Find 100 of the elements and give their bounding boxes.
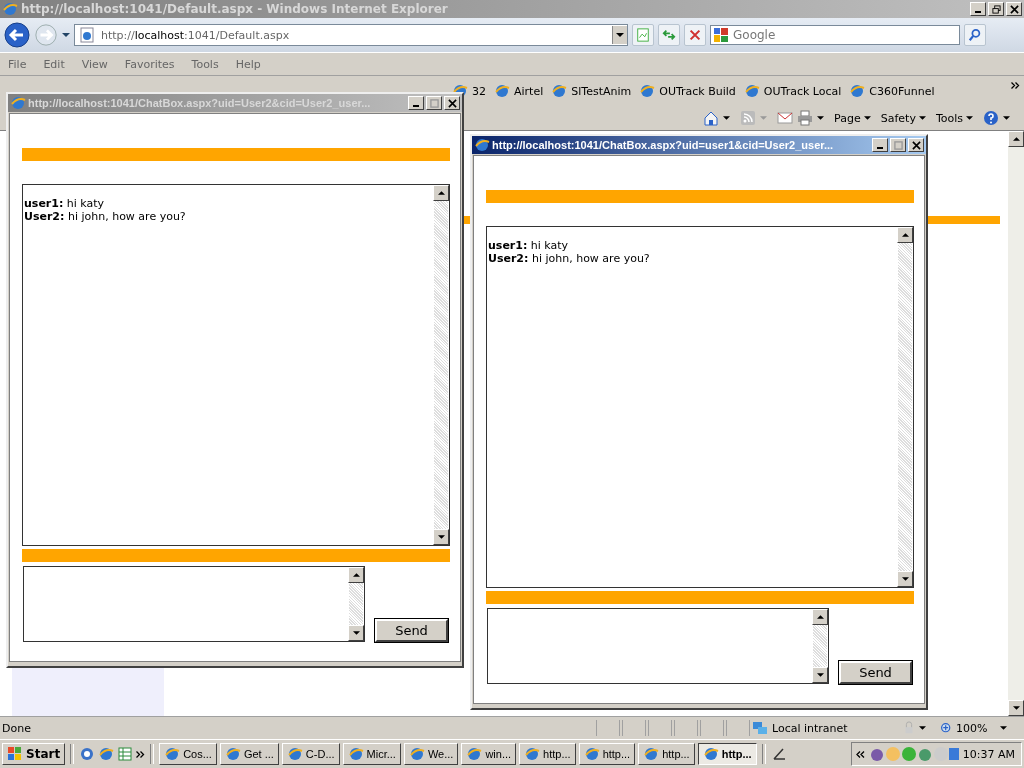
close-icon	[447, 98, 457, 108]
command-menu[interactable]: Page	[834, 111, 871, 125]
scroll-up-arrow-icon[interactable]	[352, 573, 360, 577]
taskbar-button[interactable]: Cos...	[159, 743, 217, 765]
menu-item[interactable]: Help	[235, 57, 261, 71]
scroll-up-arrow-icon[interactable]	[901, 233, 909, 237]
windows-logo-icon	[7, 746, 23, 762]
command-menu[interactable]: Tools	[935, 111, 973, 125]
search-button[interactable]	[964, 24, 986, 46]
minimize-button[interactable]	[408, 96, 424, 110]
scroll-down-arrow-icon[interactable]	[901, 577, 909, 581]
browser-icon	[10, 95, 26, 111]
scroll-up-arrow-icon[interactable]	[816, 615, 824, 619]
send-button[interactable]: Send	[375, 619, 448, 642]
caret-icon[interactable]	[723, 116, 731, 120]
close-button[interactable]	[1006, 2, 1022, 16]
message-sender: user1:	[488, 239, 528, 252]
scroll-up-arrow-icon[interactable]	[437, 191, 445, 195]
caret-icon	[863, 116, 871, 120]
minimize-button[interactable]	[872, 138, 888, 152]
menu-item[interactable]: View	[81, 57, 108, 71]
more-chevron-icon[interactable]	[136, 750, 146, 758]
message-input[interactable]	[23, 566, 365, 642]
back-button[interactable]	[4, 22, 30, 48]
minimize-icon	[877, 147, 883, 149]
message-input[interactable]	[487, 608, 829, 684]
favorite-link[interactable]: Airtel	[494, 83, 544, 99]
close-button[interactable]	[444, 96, 460, 110]
taskbar-button[interactable]: win...	[461, 743, 517, 765]
browser-icon	[639, 83, 656, 99]
expand-chevron-icon[interactable]	[855, 750, 865, 758]
message-sender: User2:	[24, 210, 65, 223]
search-field[interactable]: Google	[710, 25, 960, 45]
close-icon	[688, 28, 702, 42]
scroll-down-arrow-icon[interactable]	[1012, 706, 1020, 710]
app-icon	[408, 746, 425, 762]
browser-icon	[849, 83, 866, 99]
message-text: hi john, how are you?	[67, 210, 186, 223]
favorite-link[interactable]: OUTrack Local	[743, 83, 842, 99]
taskbar-button[interactable]: http...	[638, 743, 695, 765]
taskbar-button[interactable]: http...	[578, 743, 636, 765]
app-icon	[524, 746, 541, 762]
quick-launch-icon[interactable]	[79, 746, 96, 762]
start-button[interactable]: Start	[2, 743, 66, 765]
caret-icon[interactable]	[62, 33, 70, 37]
menu-item[interactable]: File	[8, 57, 27, 71]
app-icon	[224, 746, 241, 762]
menu-item[interactable]: Tools	[191, 57, 219, 71]
stop-button[interactable]	[684, 24, 706, 46]
message-sender: User2:	[488, 252, 529, 265]
mail-icon[interactable]	[777, 110, 794, 126]
status-pane	[596, 720, 620, 736]
browser-icon[interactable]	[98, 746, 115, 762]
restore-button[interactable]	[988, 2, 1004, 16]
favorite-link[interactable]: OUTrack Build	[639, 83, 736, 99]
taskbar-button[interactable]: Get ...	[219, 743, 279, 765]
command-menu[interactable]: Safety	[880, 111, 926, 125]
home-icon[interactable]	[703, 110, 720, 126]
message-text: hi katy	[530, 239, 569, 252]
close-button[interactable]	[908, 138, 924, 152]
status-pane	[700, 720, 724, 736]
caret-icon	[919, 726, 926, 730]
caret-icon	[966, 116, 973, 120]
taskbar-button[interactable]: We...	[403, 743, 459, 765]
maximize-icon	[429, 98, 439, 108]
more-chevron-icon[interactable]	[1011, 82, 1020, 89]
menu-item[interactable]: Edit	[43, 57, 65, 71]
printer-icon[interactable]	[797, 110, 814, 126]
address-bar[interactable]: http://localhost:1041/Default.aspx	[74, 24, 628, 46]
scroll-down-arrow-icon[interactable]	[816, 673, 824, 677]
taskbar-button[interactable]: Micr...	[342, 743, 401, 765]
security-zone: Local intranet	[752, 720, 900, 736]
tray-icons-drawing[interactable]	[868, 746, 959, 762]
status-pane	[726, 720, 750, 736]
menu-item[interactable]: Favorites	[124, 57, 175, 71]
close-icon	[911, 140, 921, 150]
dropdown-button[interactable]	[612, 26, 627, 44]
scroll-down-arrow-icon[interactable]	[352, 631, 360, 635]
zoom-control[interactable]: 100%	[940, 721, 1008, 735]
maximize-button[interactable]	[426, 96, 442, 110]
taskbar-button[interactable]: C-D...	[281, 743, 340, 765]
popup-title-bar[interactable]: http://localhost:1041/ChatBox.aspx?uid=user1&cid=User2_user...	[472, 136, 926, 154]
refresh-icon	[662, 28, 676, 42]
refresh-button[interactable]	[658, 24, 680, 46]
favorite-link[interactable]: SlTestAnim	[551, 83, 632, 99]
caret-icon[interactable]	[1003, 116, 1010, 120]
scroll-up-arrow-icon[interactable]	[1012, 137, 1020, 141]
taskbar-button[interactable]: http...	[519, 743, 576, 765]
pen-icon[interactable]	[770, 746, 787, 762]
send-button[interactable]: Send	[839, 661, 912, 684]
page-icon	[636, 28, 650, 42]
scroll-down-arrow-icon[interactable]	[437, 535, 445, 539]
maximize-button[interactable]	[890, 138, 906, 152]
taskbar-button[interactable]: http...	[697, 743, 757, 765]
favorite-link[interactable]: C360Funnel	[849, 83, 935, 99]
scrollbar[interactable]	[1008, 131, 1024, 716]
caret-icon[interactable]	[817, 116, 825, 120]
minimize-button[interactable]	[970, 2, 986, 16]
help-icon[interactable]	[983, 110, 999, 126]
browser-icon	[551, 83, 568, 99]
